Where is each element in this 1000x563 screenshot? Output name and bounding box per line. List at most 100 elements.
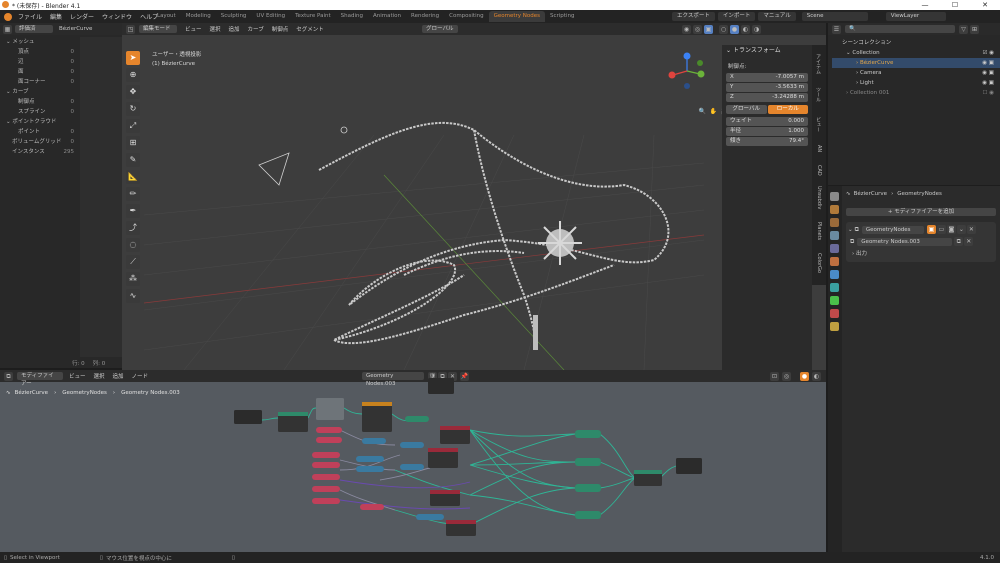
tree-item-vertices[interactable]: 頂点 0	[0, 47, 80, 57]
close-icon[interactable]: ✕	[966, 225, 976, 234]
tab-unsubdiv[interactable]: Unsubdiv	[812, 183, 822, 213]
tree-item-splines[interactable]: スプライン 0	[0, 107, 80, 117]
view-layer-properties-icon[interactable]	[830, 231, 839, 240]
maximize-button[interactable]: ☐	[940, 0, 970, 10]
tab-planets[interactable]: Planets	[812, 217, 822, 245]
extrude-tool-icon[interactable]: ⤴	[126, 221, 140, 235]
field-radius[interactable]: 半径 1.000	[726, 127, 808, 136]
field-x[interactable]: X -7.0057 m	[726, 73, 808, 82]
viewer-node[interactable]	[428, 378, 454, 394]
reroute-node[interactable]	[405, 416, 429, 422]
outliner-item-collection[interactable]: ⌄ Collection ☑ ◉	[832, 48, 1000, 58]
dropdown-icon[interactable]: ⌄	[956, 225, 966, 234]
menu-window[interactable]: ウィンドウ	[102, 12, 132, 21]
chevron-down-icon[interactable]: ⌄	[848, 227, 853, 233]
field-tilt[interactable]: 傾き 79.4°	[726, 137, 808, 146]
filter-icon[interactable]: ▽	[959, 24, 968, 34]
tab-texture-paint[interactable]: Texture Paint	[290, 11, 336, 22]
modifier-name-field[interactable]: GeometryNodes	[861, 225, 924, 234]
tilt-tool-icon[interactable]: ⟋	[126, 255, 140, 269]
radius-tool-icon[interactable]: ◌	[126, 238, 140, 252]
select-tool-icon[interactable]: ➤	[126, 51, 140, 65]
tree-item-volume-grids[interactable]: ボリュームグリッド 0	[0, 137, 80, 147]
menu-edit[interactable]: 編集	[50, 12, 62, 21]
outliner-search-input[interactable]: 🔍	[845, 25, 955, 33]
viewport-3d[interactable]: ◳ 編集モード ビュー 選択 追加 カーブ 制御点 セグメント グローバル ◉ …	[122, 23, 826, 370]
tab-an[interactable]: AN	[812, 141, 822, 157]
scene-selector[interactable]: Scene	[801, 12, 868, 21]
visibility-icon[interactable]: ◉	[682, 24, 691, 34]
node-2[interactable]	[362, 402, 392, 432]
evaluation-mode-dropdown[interactable]: 評価済	[15, 25, 53, 33]
editor-type-icon[interactable]: ◳	[126, 24, 135, 34]
spline-tool-icon[interactable]: ∿	[126, 289, 140, 303]
overlay-icon[interactable]: ◎	[693, 24, 702, 34]
tree-item-faces[interactable]: 面0	[0, 67, 80, 77]
draw-tool-icon[interactable]: ✏	[126, 187, 140, 201]
tree-item-points[interactable]: ポイント 0	[0, 127, 80, 137]
material-properties-icon[interactable]	[830, 309, 839, 318]
tab-animation[interactable]: Animation	[368, 11, 406, 22]
view-layer-selector[interactable]: ViewLayer	[885, 12, 946, 21]
tree-item-curve[interactable]: ⌄ カーブ	[0, 87, 80, 97]
tab-sculpting[interactable]: Sculpting	[216, 11, 252, 22]
material-shading-icon[interactable]: ◐	[741, 24, 750, 34]
new-collection-icon[interactable]: ⊞	[970, 24, 979, 34]
annotate-tool-icon[interactable]: ✎	[126, 153, 140, 167]
export-button[interactable]: エクスポート	[672, 12, 715, 21]
global-toggle-button[interactable]: グローバル	[726, 105, 767, 114]
tab-rendering[interactable]: Rendering	[406, 11, 444, 22]
viewport-toggle-icon[interactable]: ▭	[936, 225, 946, 234]
field-weight[interactable]: ウェイト 0.000	[726, 117, 808, 126]
node-graph[interactable]	[0, 370, 826, 552]
mode-dropdown[interactable]: 編集モード	[139, 25, 177, 33]
checkbox-icon[interactable]: ☑ ◉	[983, 48, 994, 58]
tab-view[interactable]: ビュー	[812, 111, 822, 137]
transform-tool-icon[interactable]: ⊞	[126, 136, 140, 150]
tab-shading[interactable]: Shading	[336, 11, 368, 22]
tab-scripting[interactable]: Scripting	[545, 11, 579, 22]
eye-icon[interactable]: ◉ ▣	[982, 58, 994, 68]
object-properties-icon[interactable]	[830, 257, 839, 266]
measure-tool-icon[interactable]: 📐	[126, 170, 140, 184]
physics-properties-icon[interactable]	[830, 283, 839, 292]
duplicate-icon[interactable]: ⧉	[954, 237, 964, 246]
tab-uv-editing[interactable]: UV Editing	[251, 11, 290, 22]
navigation-gizmo[interactable]	[667, 51, 707, 91]
cursor-tool-icon[interactable]: ⊕	[126, 68, 140, 82]
transform-orientation-dropdown[interactable]: グローバル	[422, 25, 458, 33]
close-icon[interactable]: ✕	[964, 237, 974, 246]
wireframe-shading-icon[interactable]: ○	[719, 24, 728, 34]
pan-hand-icon[interactable]: ✋	[708, 107, 718, 116]
import-button[interactable]: インポート	[717, 12, 756, 21]
node-group-field[interactable]: Geometry Nodes.003	[857, 237, 953, 246]
tree-item-face-corners[interactable]: 面コーナー 0	[0, 77, 80, 87]
tab-tool[interactable]: ツール	[812, 81, 822, 107]
tab-compositing[interactable]: Compositing	[444, 11, 488, 22]
minimize-button[interactable]: —	[910, 0, 940, 10]
field-z[interactable]: Z -3.24288 m	[726, 93, 808, 102]
tree-item-instances[interactable]: インスタンス 295	[0, 147, 80, 157]
tab-item[interactable]: アイテム	[812, 51, 822, 77]
outliner-item-light[interactable]: › Light ◉ ▣	[832, 78, 1000, 88]
tool-properties-icon[interactable]	[830, 192, 839, 201]
render-properties-icon[interactable]	[830, 205, 839, 214]
add-modifier-button[interactable]: + モディファイアーを追加	[846, 208, 996, 216]
close-button[interactable]: ✕	[970, 0, 1000, 10]
tab-modeling[interactable]: Modeling	[181, 11, 216, 22]
xray-icon[interactable]: ▣	[704, 24, 713, 34]
viewport-menu-view[interactable]: ビュー	[185, 25, 202, 33]
manual-button[interactable]: マニュアル	[758, 12, 796, 21]
rendered-shading-icon[interactable]: ◑	[752, 24, 761, 34]
viewport-menu-segments[interactable]: セグメント	[296, 25, 324, 33]
render-toggle-icon[interactable]: ◙	[946, 225, 956, 234]
move-tool-icon[interactable]: ✥	[126, 85, 140, 99]
outliner-item-collection-001[interactable]: › Collection 001 ☐ ◉	[832, 88, 1000, 98]
field-y[interactable]: Y -3.5633 m	[726, 83, 808, 92]
viewport-menu-control-points[interactable]: 制御点	[272, 25, 289, 33]
output-subpanel[interactable]: › 出力	[846, 246, 996, 260]
tree-item-control-points[interactable]: 制御点 0	[0, 97, 80, 107]
node-editor[interactable]: ⧉ モディファイアー ビュー 選択 追加 ノード Geometry Nodes.…	[0, 370, 826, 552]
tab-layout[interactable]: Layout	[152, 11, 181, 22]
blender-menu-icon[interactable]	[4, 12, 12, 21]
